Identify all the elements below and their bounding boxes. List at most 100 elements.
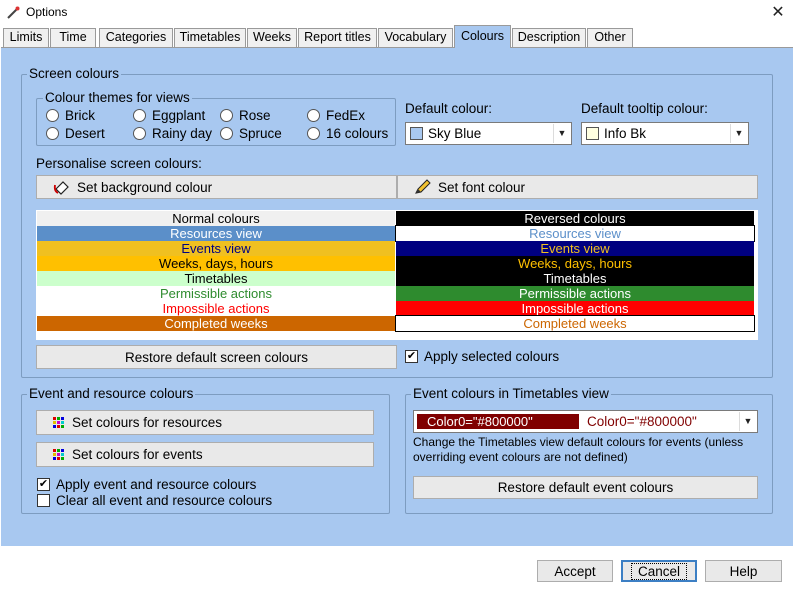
preview-normal-cell: Completed weeks	[37, 316, 395, 331]
preview-reversed-cell: Reversed colours	[396, 211, 754, 226]
radio-dot	[133, 127, 146, 140]
event-colour-combo[interactable]: Color0="#800000" Color0="#800000" ▼	[413, 410, 758, 433]
cancel-button[interactable]: Cancel	[621, 560, 697, 582]
theme-label: Rainy day	[152, 126, 213, 141]
apply-event-resource-colours-checkbox[interactable]: ✔ Apply event and resource colours	[37, 477, 256, 492]
theme-desert-radio[interactable]: Desert	[46, 126, 105, 141]
theme-label: 16 colours	[326, 126, 389, 141]
close-button[interactable]: ✕	[762, 0, 794, 26]
theme-label: FedEx	[326, 108, 366, 123]
radio-dot	[133, 109, 146, 122]
tab-weeks[interactable]: Weeks	[247, 28, 297, 47]
set-colours-for-resources-button[interactable]: Set colours for resources	[36, 410, 374, 435]
clear-event-resource-label: Clear all event and resource colours	[56, 493, 273, 508]
tab-colours[interactable]: Colours	[454, 25, 511, 48]
theme-label: Spruce	[239, 126, 282, 141]
timetables-event-colours-title: Event colours in Timetables view	[411, 386, 611, 401]
title-bar: Options ✕	[0, 0, 794, 26]
default-colour-combo[interactable]: Sky Blue ▼	[405, 122, 572, 145]
tab-limits[interactable]: Limits	[3, 28, 49, 47]
radio-dot	[307, 109, 320, 122]
app-wand-icon	[7, 6, 20, 19]
default-tooltip-colour-label: Default tooltip colour:	[581, 101, 708, 116]
preview-reversed-cell: Weeks, days, hours	[396, 256, 754, 271]
preview-reversed-cell: Resources view	[395, 225, 755, 242]
event-colour-value: Color0="#800000"	[587, 414, 697, 429]
preview-normal-cell: Permissible actions	[37, 286, 395, 301]
theme-fedex-radio[interactable]: FedEx	[307, 108, 365, 123]
preview-reversed-cell: Impossible actions	[396, 301, 754, 316]
preview-normal-cell: Weeks, days, hours	[37, 256, 395, 271]
checkbox-box: ✔	[37, 478, 50, 491]
preview-reversed-cell: Events view	[396, 241, 754, 256]
preview-normal-cell: Timetables	[37, 271, 395, 286]
radio-dot	[307, 127, 320, 140]
radio-dot	[46, 127, 59, 140]
tab-report-titles[interactable]: Report titles	[298, 28, 377, 47]
theme-label: Rose	[239, 108, 271, 123]
checkbox-box	[37, 494, 50, 507]
clear-event-resource-colours-checkbox[interactable]: Clear all event and resource colours	[37, 493, 272, 508]
theme-rose-radio[interactable]: Rose	[220, 108, 271, 123]
set-background-colour-button[interactable]: Set background colour	[36, 175, 397, 199]
preview-normal-cell: Resources view	[37, 226, 395, 241]
preview-reversed-cell: Timetables	[396, 271, 754, 286]
set-events-label: Set colours for events	[72, 447, 203, 462]
restore-default-screen-colours-button[interactable]: Restore default screen colours	[36, 345, 397, 369]
apply-selected-colours-checkbox[interactable]: ✔ Apply selected colours	[405, 349, 559, 364]
apply-event-resource-label: Apply event and resource colours	[56, 477, 257, 492]
default-tooltip-colour-combo[interactable]: Info Bk ▼	[581, 122, 749, 145]
colour-grid-icon	[53, 417, 64, 428]
colour-themes-title: Colour themes for views	[43, 90, 192, 105]
default-tooltip-colour-value: Info Bk	[604, 126, 647, 141]
event-resource-colours-title: Event and resource colours	[27, 386, 196, 401]
preview-reversed-cell: Permissible actions	[396, 286, 754, 301]
colour-preview-table: Normal colours Reversed colours Resources …	[36, 210, 758, 340]
tab-other[interactable]: Other	[587, 28, 633, 47]
colour-swatch	[410, 127, 423, 140]
theme-16-colours-radio[interactable]: 16 colours	[307, 126, 388, 141]
radio-dot	[220, 109, 233, 122]
chevron-down-icon: ▼	[553, 124, 570, 143]
default-colour-value: Sky Blue	[428, 126, 482, 141]
preview-reversed-cell: Completed weeks	[395, 315, 755, 332]
tab-timetables[interactable]: Timetables	[174, 28, 246, 47]
theme-rainy-day-radio[interactable]: Rainy day	[133, 126, 212, 141]
restore-default-event-colours-button[interactable]: Restore default event colours	[413, 476, 758, 499]
timetables-description: Change the Timetables view default colou…	[413, 435, 744, 464]
preview-normal-cell: Events view	[37, 241, 395, 256]
theme-label: Eggplant	[152, 108, 206, 123]
preview-normal-cell: Normal colours	[37, 211, 395, 226]
apply-selected-label: Apply selected colours	[424, 349, 560, 364]
radio-dot	[220, 127, 233, 140]
tab-time[interactable]: Time	[50, 28, 96, 47]
colour-swatch	[586, 127, 599, 140]
radio-dot	[46, 109, 59, 122]
pencil-icon	[415, 179, 431, 194]
set-resources-label: Set colours for resources	[72, 415, 223, 430]
tab-categories[interactable]: Categories	[99, 28, 173, 47]
tab-vocabulary[interactable]: Vocabulary	[378, 28, 453, 47]
accept-button[interactable]: Accept	[537, 560, 613, 582]
chevron-down-icon: ▼	[739, 412, 756, 431]
set-background-label: Set background colour	[77, 179, 213, 195]
set-font-label: Set font colour	[438, 179, 526, 195]
default-colour-label: Default colour:	[405, 101, 493, 116]
theme-eggplant-radio[interactable]: Eggplant	[133, 108, 205, 123]
screen-colours-title: Screen colours	[27, 66, 122, 81]
theme-brick-radio[interactable]: Brick	[46, 108, 95, 123]
theme-label: Desert	[65, 126, 105, 141]
set-colours-for-events-button[interactable]: Set colours for events	[36, 442, 374, 467]
checkbox-box: ✔	[405, 350, 418, 363]
theme-label: Brick	[65, 108, 95, 123]
help-button[interactable]: Help	[705, 560, 782, 582]
preview-normal-cell: Impossible actions	[37, 301, 395, 316]
event-colour-swatch: Color0="#800000"	[417, 414, 579, 429]
window-title: Options	[26, 5, 68, 19]
chevron-down-icon: ▼	[730, 124, 747, 143]
set-font-colour-button[interactable]: Set font colour	[397, 175, 758, 199]
theme-spruce-radio[interactable]: Spruce	[220, 126, 282, 141]
tab-description[interactable]: Description	[512, 28, 586, 47]
paint-bucket-icon	[53, 181, 69, 195]
colour-grid-icon	[53, 449, 64, 460]
